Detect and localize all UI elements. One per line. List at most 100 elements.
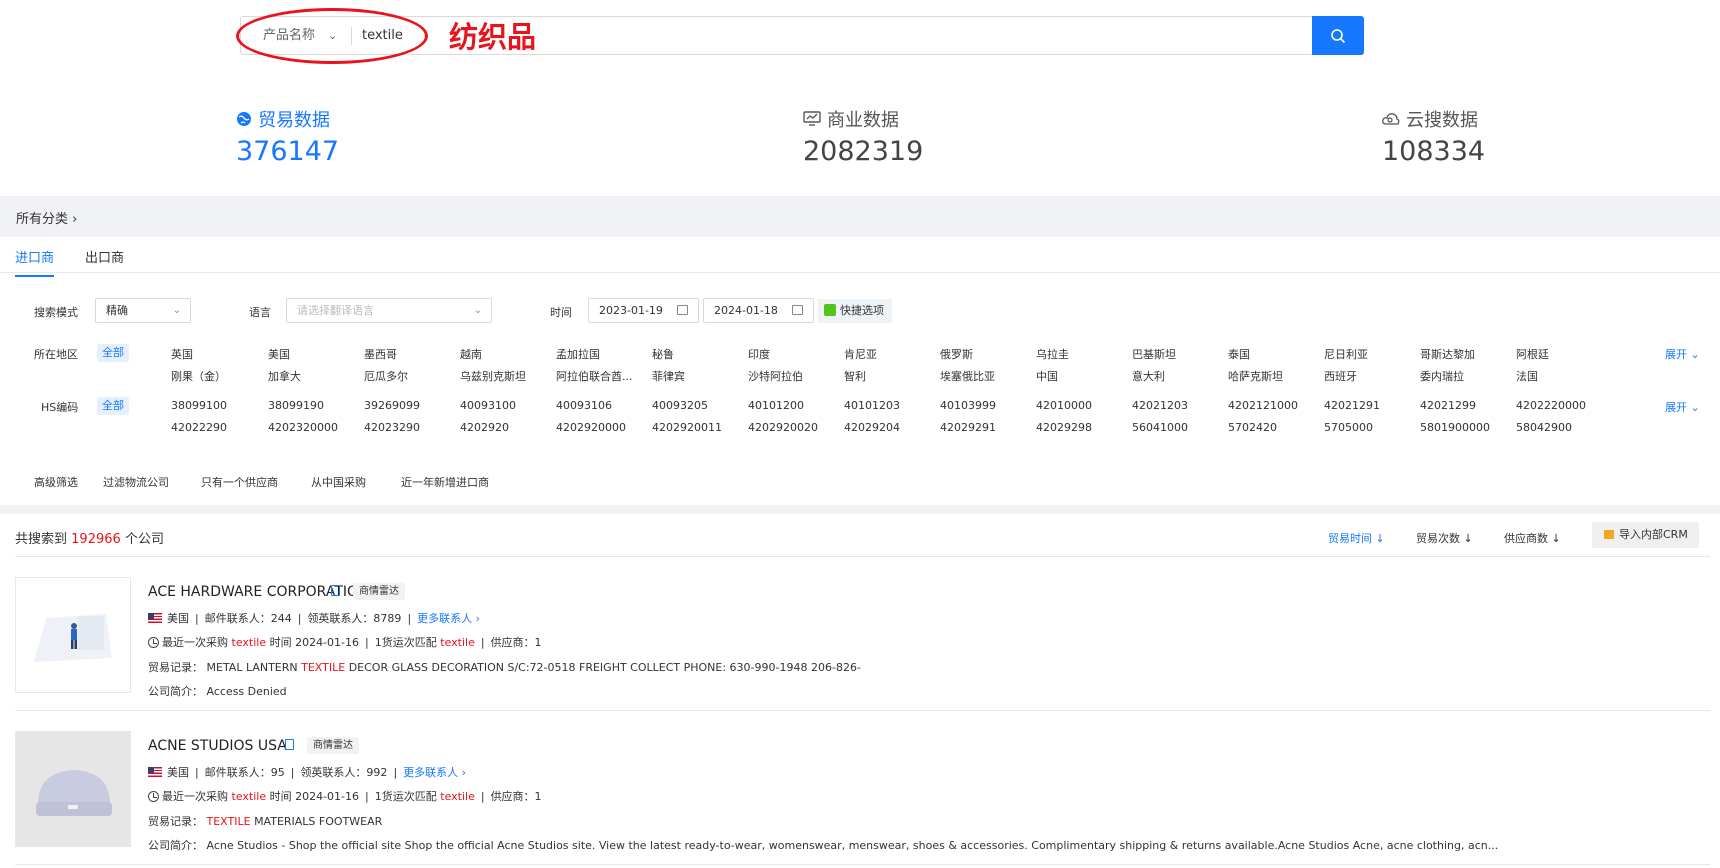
hs-code-option[interactable]: 40093106 <box>556 399 612 412</box>
quick-options-button[interactable]: 快捷选项 <box>818 299 892 323</box>
region-option[interactable]: 意大利 <box>1132 368 1165 384</box>
region-option[interactable]: 哥斯达黎加 <box>1420 346 1475 362</box>
filter-new-importers[interactable]: 近一年新增进口商 <box>401 474 489 490</box>
region-option[interactable]: 哈萨克斯坦 <box>1228 368 1283 384</box>
date-start-input[interactable]: 2023-01-19 <box>588 298 699 323</box>
sort-trade-count[interactable]: 贸易次数 ↓ <box>1416 530 1473 546</box>
hs-code-option[interactable]: 42021291 <box>1324 399 1380 412</box>
hs-code-option[interactable]: 4202920020 <box>748 421 818 434</box>
company-thumbnail <box>15 577 131 693</box>
region-option[interactable]: 中国 <box>1036 368 1058 384</box>
hs-code-option[interactable]: 42010000 <box>1036 399 1092 412</box>
region-option[interactable]: 阿拉伯联合酋... <box>556 368 633 384</box>
hs-all-chip[interactable]: 全部 <box>97 397 129 415</box>
region-option[interactable]: 刚果（金） <box>171 368 226 384</box>
quick-options-label: 快捷选项 <box>840 304 884 317</box>
region-option[interactable]: 肯尼亚 <box>844 346 877 362</box>
region-option[interactable]: 美国 <box>268 346 290 362</box>
hs-code-option[interactable]: 5801900000 <box>1420 421 1490 434</box>
region-option[interactable]: 法国 <box>1516 368 1538 384</box>
region-option[interactable]: 西班牙 <box>1324 368 1357 384</box>
region-option[interactable]: 智利 <box>844 368 866 384</box>
hs-code-option[interactable]: 4202220000 <box>1516 399 1586 412</box>
hs-code-option[interactable]: 42021203 <box>1132 399 1188 412</box>
region-option[interactable]: 乌兹别克斯坦 <box>460 368 526 384</box>
tab-exporters[interactable]: 出口商 <box>85 247 124 266</box>
region-option[interactable]: 秘鲁 <box>652 346 674 362</box>
copy-icon[interactable] <box>331 585 340 596</box>
hs-code-option[interactable]: 4202121000 <box>1228 399 1298 412</box>
hs-code-option[interactable]: 38099190 <box>268 399 324 412</box>
search-mode-select[interactable]: 精确 ⌄ <box>95 298 191 323</box>
hs-code-option[interactable]: 40101203 <box>844 399 900 412</box>
hs-code-option[interactable]: 42029298 <box>1036 421 1092 434</box>
region-option[interactable]: 乌拉圭 <box>1036 346 1069 362</box>
language-select[interactable]: 请选择翻译语言 ⌄ <box>286 298 492 323</box>
results-panel: 共搜索到 192966 个公司 贸易时间 ↓ 贸易次数 ↓ 供应商数 ↓ 导入内… <box>0 514 1720 868</box>
region-option[interactable]: 委内瑞拉 <box>1420 368 1464 384</box>
folder-icon <box>1604 530 1614 539</box>
region-option[interactable]: 墨西哥 <box>364 346 397 362</box>
sort-trade-time[interactable]: 贸易时间 ↓ <box>1328 530 1385 546</box>
import-crm-button[interactable]: 导入内部CRM <box>1592 522 1699 548</box>
region-option[interactable]: 巴基斯坦 <box>1132 346 1176 362</box>
hs-code-option[interactable]: 42029291 <box>940 421 996 434</box>
hs-code-option[interactable]: 4202320000 <box>268 421 338 434</box>
hs-code-option[interactable]: 4202920011 <box>652 421 722 434</box>
business-radar-badge[interactable]: 商情雷达 <box>307 737 359 754</box>
stat-business-data[interactable]: 商业数据 2082319 <box>803 106 923 167</box>
filter-single-supplier[interactable]: 只有一个供应商 <box>201 474 278 490</box>
region-option[interactable]: 阿根廷 <box>1516 346 1549 362</box>
hs-code-option[interactable]: 40093205 <box>652 399 708 412</box>
results-prefix: 共搜索到 <box>15 532 68 547</box>
hs-code-option[interactable]: 5702420 <box>1228 421 1277 434</box>
hs-expand-button[interactable]: 展开 ⌄ <box>1665 399 1700 415</box>
hs-code-option[interactable]: 39269099 <box>364 399 420 412</box>
hs-code-option[interactable]: 58042900 <box>1516 421 1572 434</box>
hs-code-option[interactable]: 56041000 <box>1132 421 1188 434</box>
filter-from-china[interactable]: 从中国采购 <box>311 474 366 490</box>
hs-code-option[interactable]: 42029204 <box>844 421 900 434</box>
date-end-input[interactable]: 2024-01-18 <box>703 298 814 323</box>
hs-code-option[interactable]: 40103999 <box>940 399 996 412</box>
filter-logistics[interactable]: 过滤物流公司 <box>103 474 169 490</box>
company-country: 美国 <box>167 612 189 625</box>
divider <box>15 556 1710 557</box>
region-option[interactable]: 印度 <box>748 346 770 362</box>
stat-trade-data[interactable]: 贸易数据 376147 <box>236 106 339 167</box>
region-all-chip[interactable]: 全部 <box>97 344 129 362</box>
copy-icon[interactable] <box>285 739 294 750</box>
sort-supplier-count[interactable]: 供应商数 ↓ <box>1504 530 1561 546</box>
region-option[interactable]: 厄瓜多尔 <box>364 368 408 384</box>
mail-contacts: 邮件联系人：95 <box>204 766 285 779</box>
region-option[interactable]: 沙特阿拉伯 <box>748 368 803 384</box>
hs-code-option[interactable]: 4202920 <box>460 421 509 434</box>
search-button[interactable] <box>1312 16 1364 55</box>
region-option[interactable]: 孟加拉国 <box>556 346 600 362</box>
region-option[interactable]: 俄罗斯 <box>940 346 973 362</box>
more-contacts-link[interactable]: 更多联系人 › <box>417 612 480 625</box>
hs-code-option[interactable]: 40101200 <box>748 399 804 412</box>
region-option[interactable]: 越南 <box>460 346 482 362</box>
hs-code-option[interactable]: 42021299 <box>1420 399 1476 412</box>
region-option[interactable]: 菲律宾 <box>652 368 685 384</box>
region-option[interactable]: 埃塞俄比亚 <box>940 368 995 384</box>
region-option[interactable]: 英国 <box>171 346 193 362</box>
company-name[interactable]: ACNE STUDIOS USA <box>148 738 287 754</box>
hs-code-option[interactable]: 40093100 <box>460 399 516 412</box>
stat-cloud-data[interactable]: 云搜数据 108334 <box>1382 106 1485 167</box>
hs-code-option[interactable]: 42023290 <box>364 421 420 434</box>
region-option[interactable]: 泰国 <box>1228 346 1250 362</box>
hs-code-option[interactable]: 4202920000 <box>556 421 626 434</box>
business-radar-badge[interactable]: 商情雷达 <box>353 583 405 600</box>
hs-code-option[interactable]: 42022290 <box>171 421 227 434</box>
all-categories-link[interactable]: 所有分类 › <box>16 208 77 227</box>
more-contacts-link[interactable]: 更多联系人 › <box>403 766 466 779</box>
hs-code-option[interactable]: 5705000 <box>1324 421 1373 434</box>
region-expand-button[interactable]: 展开 ⌄ <box>1665 346 1700 362</box>
search-icon <box>1331 28 1346 43</box>
tab-importers[interactable]: 进口商 <box>15 247 55 277</box>
region-option[interactable]: 尼日利亚 <box>1324 346 1368 362</box>
region-option[interactable]: 加拿大 <box>268 368 301 384</box>
hs-code-option[interactable]: 38099100 <box>171 399 227 412</box>
